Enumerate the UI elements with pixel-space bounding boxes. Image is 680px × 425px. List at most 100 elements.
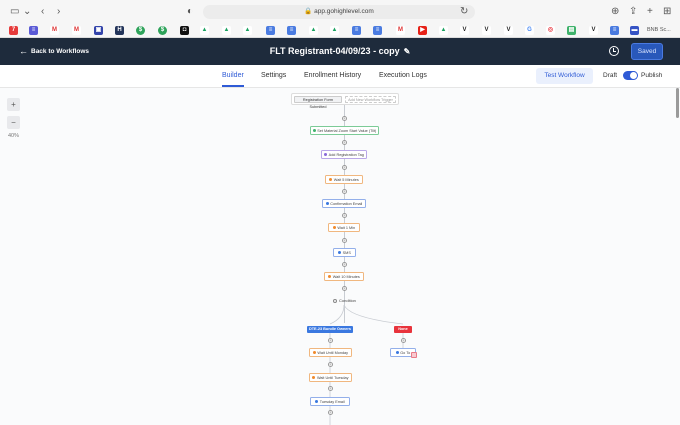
browser-toolbar: ▭ ⌄ ‹ › ◐ 🔒 app.gohighlevel.com ↻ ⊕ ⇪ + … — [0, 0, 680, 38]
add-action-plus[interactable]: + — [342, 116, 347, 121]
download-icon[interactable]: ⊕ — [611, 6, 619, 18]
workflow-step[interactable]: Wait Until Monday — [309, 348, 352, 357]
bookmark-icon[interactable]: $ — [136, 26, 145, 35]
bookmark-icon[interactable]: V — [504, 26, 513, 35]
gmail-icon[interactable]: M — [396, 26, 405, 35]
google-icon[interactable]: G — [525, 26, 534, 35]
add-action-plus[interactable]: + — [342, 262, 347, 267]
bookmark-icon[interactable]: ◘ — [180, 26, 189, 35]
warning-badge[interactable] — [411, 352, 417, 358]
bookmark-overflow[interactable]: BNB Sc... — [647, 27, 671, 33]
email-icon — [315, 400, 319, 403]
tab-overview-icon[interactable]: ⊞ — [663, 6, 671, 18]
trigger-card[interactable]: Registration Form Submitted — [294, 96, 342, 109]
docs-icon[interactable]: ≡ — [266, 26, 275, 35]
bookmark-icon[interactable]: ▣ — [94, 26, 103, 35]
back-arrow-icon[interactable]: ‹ — [41, 6, 44, 18]
active-tab-indicator — [222, 85, 244, 87]
bookmark-icon[interactable]: V — [482, 26, 491, 35]
bookmark-icon[interactable]: H — [115, 26, 124, 35]
zoom-in-button[interactable]: + — [7, 98, 20, 111]
drive-icon[interactable]: ▲ — [200, 26, 209, 35]
bookmark-icon[interactable]: ◎ — [546, 26, 555, 35]
canvas-scrollbar[interactable] — [676, 88, 679, 118]
publish-label: Publish — [641, 72, 663, 79]
saved-button[interactable]: Saved — [631, 43, 663, 60]
action-icon — [312, 129, 316, 132]
docs-icon[interactable]: ≡ — [287, 26, 296, 35]
bookmark-icon[interactable]: $ — [158, 26, 167, 35]
gmail-icon[interactable]: M — [50, 26, 59, 35]
branch-yes-label[interactable]: DTE-23 Bundle Owners — [307, 326, 353, 333]
sidebar-toggle-icon[interactable]: ▭ — [10, 6, 19, 18]
workflow-step[interactable]: Tuesday Email — [310, 397, 350, 406]
chevron-down-icon[interactable]: ⌄ — [23, 6, 31, 18]
sms-icon — [338, 251, 342, 254]
bookmark-icon[interactable]: 7 — [9, 26, 18, 35]
add-action-plus[interactable]: + — [401, 338, 406, 343]
clock-icon — [332, 226, 336, 229]
workflow-step[interactable]: SMS — [333, 248, 356, 257]
docs-icon[interactable]: ≡ — [352, 26, 361, 35]
docs-icon[interactable]: ≡ — [373, 26, 382, 35]
add-trigger-button[interactable]: Add New Workflow Trigger — [345, 96, 396, 103]
add-action-plus[interactable]: + — [328, 410, 333, 415]
add-action-plus[interactable]: + — [342, 140, 347, 145]
workflow-step[interactable]: Wait 5 Minutes — [325, 175, 363, 184]
zoom-out-button[interactable]: − — [7, 116, 20, 129]
drive-icon[interactable]: ▲ — [439, 26, 448, 35]
workflow-step[interactable]: Wait 1 Min — [328, 223, 360, 232]
trigger-panel: Registration Form Submitted Add New Work… — [291, 93, 399, 109]
history-icon[interactable] — [609, 46, 619, 56]
share-icon[interactable]: ⇪ — [629, 6, 637, 18]
clock-icon — [329, 178, 333, 181]
workflow-step[interactable]: Add Registration Tag — [321, 150, 367, 159]
add-action-plus[interactable]: + — [328, 386, 333, 391]
bookmark-icon[interactable]: V — [460, 26, 469, 35]
gmail-icon[interactable]: M — [72, 26, 81, 35]
workflow-step[interactable]: Set Material Zoom Start Value (Tilt) — [310, 126, 379, 135]
drive-icon[interactable]: ▲ — [222, 26, 231, 35]
tab-settings[interactable]: Settings — [261, 71, 286, 81]
drive-icon[interactable]: ▲ — [243, 26, 252, 35]
condition-icon — [333, 299, 337, 303]
bookmark-icon[interactable]: ▤ — [567, 26, 576, 35]
privacy-shield-icon[interactable]: ◐ — [187, 6, 193, 18]
publish-toggle[interactable] — [623, 71, 638, 80]
branch-none-label[interactable]: None — [394, 326, 412, 333]
add-action-plus[interactable]: + — [342, 238, 347, 243]
test-workflow-button[interactable]: Test Workflow — [536, 68, 593, 84]
clock-icon — [312, 376, 316, 379]
reload-icon[interactable]: ↻ — [460, 6, 468, 18]
add-action-plus[interactable]: + — [342, 286, 347, 291]
add-action-plus[interactable]: + — [342, 213, 347, 218]
address-bar[interactable]: 🔒 app.gohighlevel.com — [203, 5, 475, 19]
drive-icon[interactable]: ▲ — [330, 26, 339, 35]
workflow-step[interactable]: Wait Until Tuesday — [309, 373, 352, 382]
add-action-plus[interactable]: + — [342, 165, 347, 170]
draft-label: Draft — [603, 72, 618, 79]
tab-execution-logs[interactable]: Execution Logs — [379, 71, 427, 81]
docs-icon[interactable]: ≡ — [610, 26, 619, 35]
pencil-icon[interactable]: ✎ — [404, 47, 411, 56]
zoom-level: 40% — [8, 133, 20, 139]
clock-icon — [312, 351, 316, 354]
tab-enrollment-history[interactable]: Enrollment History — [304, 71, 361, 81]
tab-builder[interactable]: Builder — [222, 71, 244, 81]
workflow-step[interactable]: Wait 10 Minutes — [324, 272, 364, 281]
add-action-plus[interactable]: + — [328, 338, 333, 343]
bookmark-icon[interactable]: V — [589, 26, 598, 35]
email-icon — [325, 202, 329, 205]
youtube-icon[interactable]: ▶ — [418, 26, 427, 35]
forward-arrow-icon[interactable]: › — [57, 6, 60, 18]
goto-icon — [395, 351, 399, 354]
workflow-step[interactable]: Confirmation Email — [322, 199, 366, 208]
add-action-plus[interactable]: + — [328, 362, 333, 367]
condition-node[interactable]: Condition — [333, 298, 356, 303]
drive-icon[interactable]: ▲ — [309, 26, 318, 35]
chat-icon[interactable]: ▬ — [630, 26, 639, 35]
new-tab-icon[interactable]: + — [647, 6, 653, 18]
clock-icon — [328, 275, 332, 278]
add-action-plus[interactable]: + — [342, 189, 347, 194]
bookmark-icon[interactable]: ≡ — [29, 26, 38, 35]
